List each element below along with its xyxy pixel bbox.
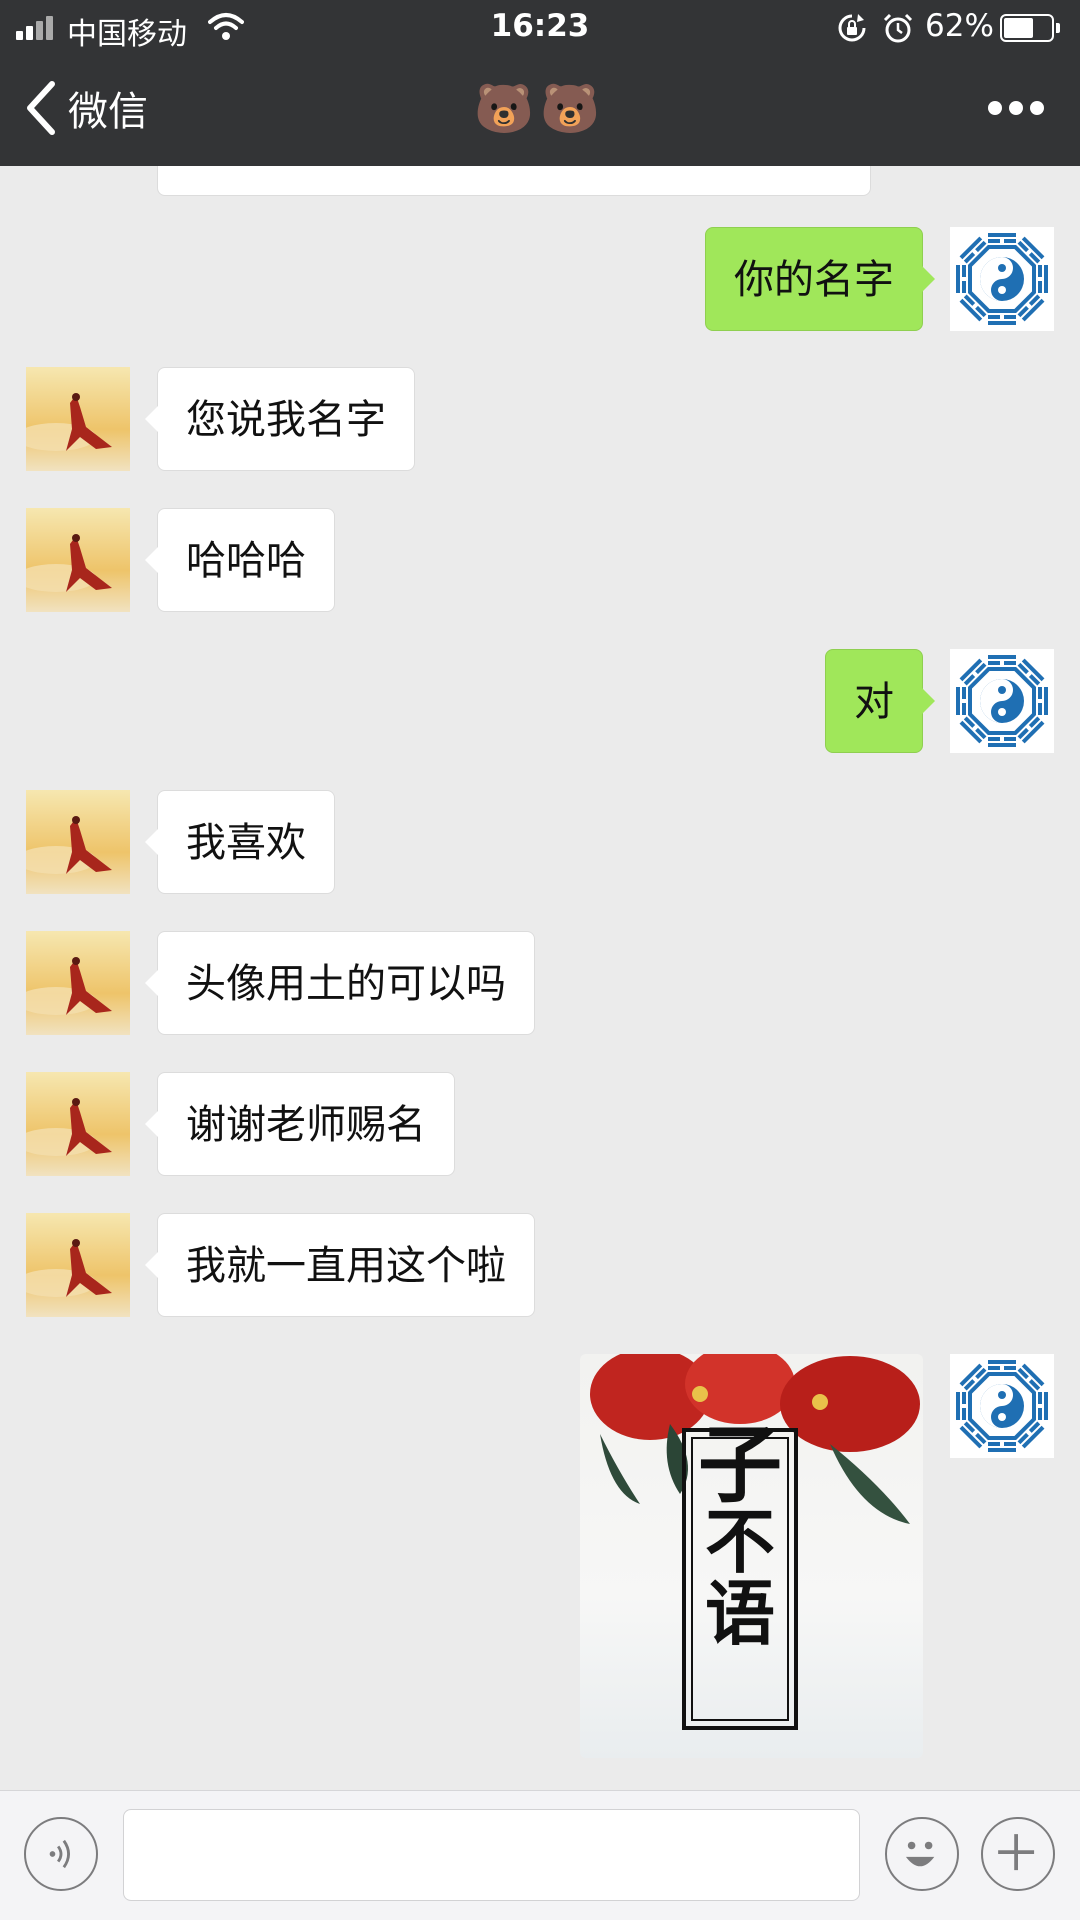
plus-button[interactable] bbox=[981, 1817, 1055, 1891]
status-time: 16:23 bbox=[490, 8, 590, 44]
image-message[interactable]: 子不语 bbox=[580, 1354, 923, 1758]
status-bar: 中国移动 16:23 62% bbox=[0, 0, 1080, 56]
svg-text:不: 不 bbox=[705, 1500, 775, 1583]
chat-title: 🐻🐻 bbox=[474, 81, 606, 137]
outgoing-message-bubble[interactable]: 你的名字 bbox=[705, 227, 935, 331]
contact-avatar[interactable] bbox=[26, 508, 130, 612]
incoming-message-bubble[interactable]: 头像用土的可以吗 bbox=[145, 931, 535, 1035]
battery-percent: 62% bbox=[925, 8, 994, 44]
my-avatar[interactable] bbox=[950, 649, 1054, 753]
my-avatar[interactable] bbox=[950, 1354, 1054, 1458]
voice-button[interactable] bbox=[24, 1817, 98, 1891]
incoming-message-bubble[interactable]: 谢谢老师赐名 bbox=[145, 1072, 455, 1176]
emoji-icon bbox=[905, 1841, 935, 1867]
battery-fill bbox=[1004, 18, 1033, 38]
top-bar: 中国移动 16:23 62% 微信 🐻🐻 bbox=[0, 0, 1080, 166]
previous-message-bubble bbox=[157, 166, 871, 196]
svg-text:语: 语 bbox=[705, 1572, 775, 1655]
incoming-message-bubble[interactable]: 哈哈哈 bbox=[145, 508, 335, 612]
rotation-lock-icon bbox=[838, 14, 866, 42]
contact-avatar[interactable] bbox=[26, 790, 130, 894]
message-input[interactable] bbox=[123, 1809, 860, 1901]
input-bar bbox=[0, 1790, 1080, 1920]
plus-icon bbox=[998, 1834, 1035, 1871]
my-avatar[interactable] bbox=[950, 227, 1054, 331]
contact-avatar[interactable] bbox=[26, 931, 130, 1035]
contact-avatar[interactable] bbox=[26, 1213, 130, 1317]
alarm-icon bbox=[883, 13, 913, 43]
battery-icon bbox=[1000, 14, 1060, 42]
incoming-message-bubble[interactable]: 我就一直用这个啦 bbox=[145, 1213, 535, 1317]
contact-avatar[interactable] bbox=[26, 367, 130, 471]
more-button[interactable] bbox=[986, 95, 1046, 125]
outgoing-message-bubble[interactable]: 对 bbox=[825, 649, 935, 753]
chat-area[interactable]: 你的名字您说我名字哈哈哈对我喜欢头像用土的可以吗 谢谢老师赐名 我就一直用这个啦子不… bbox=[0, 166, 1080, 1790]
contact-avatar[interactable] bbox=[26, 1072, 130, 1176]
voice-icon bbox=[49, 1839, 70, 1869]
emoji-button[interactable] bbox=[885, 1817, 959, 1891]
incoming-message-bubble[interactable]: 我喜欢 bbox=[145, 790, 335, 894]
incoming-message-bubble[interactable]: 您说我名字 bbox=[145, 367, 415, 471]
